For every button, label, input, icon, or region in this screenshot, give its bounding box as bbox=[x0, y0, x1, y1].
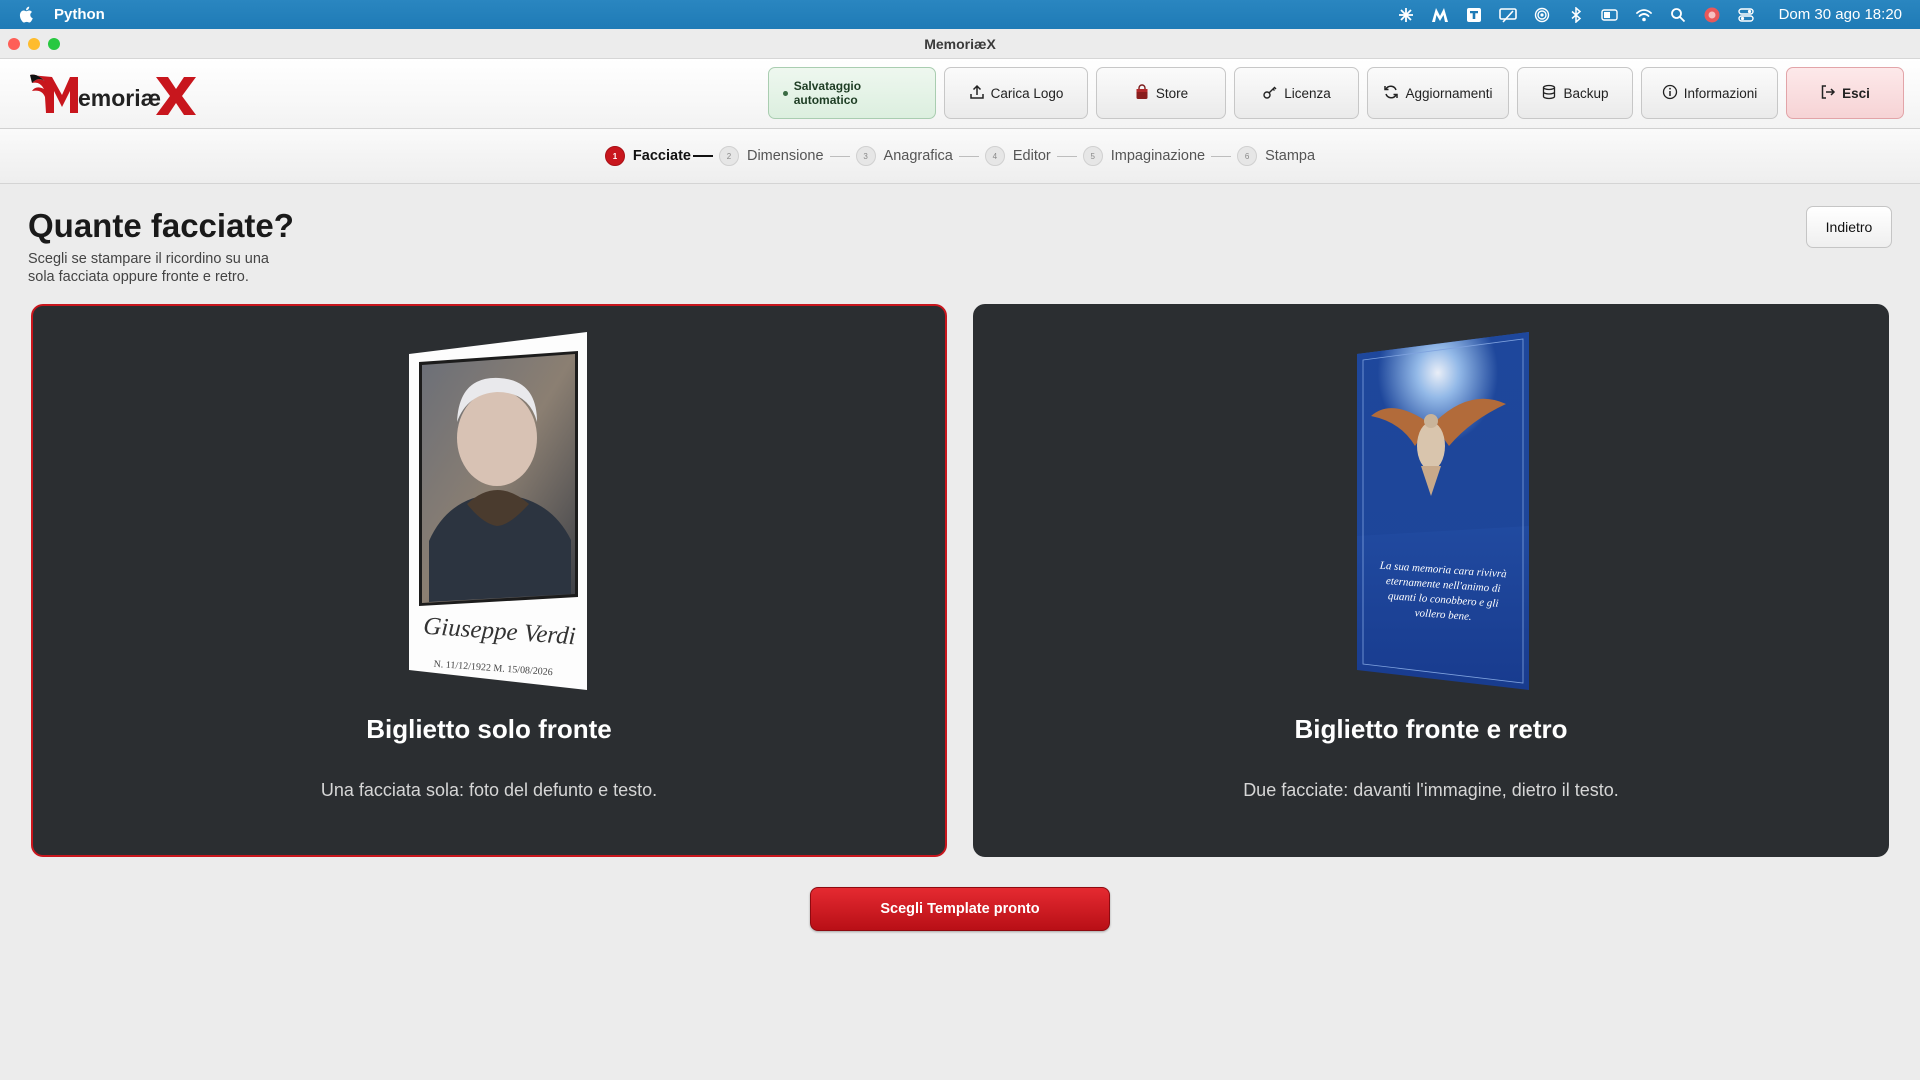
step-stampa[interactable]: 6 Stampa bbox=[1237, 146, 1315, 166]
shopping-bag-icon bbox=[1134, 83, 1150, 103]
t-icon[interactable] bbox=[1465, 6, 1483, 24]
window-title: MemoriæX bbox=[924, 35, 996, 52]
step-impaginazione[interactable]: 5 Impaginazione bbox=[1082, 146, 1206, 166]
key-icon bbox=[1262, 84, 1278, 103]
menubar-app-name[interactable]: Python bbox=[54, 6, 105, 23]
single-side-card-preview: Giuseppe Verdi N. 11/12/1922 M. 15/08/20… bbox=[409, 332, 587, 690]
front-back-card-preview: La sua memoria cara rivivrà eternamente … bbox=[1357, 332, 1529, 690]
autosave-button[interactable]: Salvataggio automatico bbox=[768, 67, 936, 119]
menubar-clock[interactable]: Dom 30 ago 18:20 bbox=[1779, 6, 1902, 23]
option-description: Due facciate: davanti l'immagine, dietro… bbox=[1243, 780, 1619, 800]
store-label: Store bbox=[1155, 85, 1189, 101]
backup-label: Backup bbox=[1563, 85, 1609, 101]
zoom-window-button[interactable] bbox=[48, 38, 60, 50]
info-button[interactable]: Informazioni bbox=[1641, 67, 1778, 119]
step-number: 6 bbox=[1237, 146, 1258, 166]
header-toolbar: Salvataggio automatico Carica Logo Store… bbox=[768, 67, 1904, 119]
option-card-single-side[interactable]: Giuseppe Verdi N. 11/12/1922 M. 15/08/20… bbox=[31, 304, 947, 857]
asterisk-icon[interactable] bbox=[1397, 6, 1415, 24]
step-number: 3 bbox=[855, 146, 876, 166]
step-connector bbox=[1056, 155, 1077, 157]
autosave-label: Salvataggio automatico bbox=[793, 79, 862, 107]
option-description: Una facciata sola: foto del defunto e te… bbox=[320, 780, 658, 800]
license-label: Licenza bbox=[1284, 85, 1331, 101]
step-dimensione[interactable]: 2 Dimensione bbox=[718, 146, 824, 166]
step-number: 5 bbox=[1082, 146, 1103, 166]
step-connector bbox=[958, 155, 979, 157]
step-editor[interactable]: 4 Editor bbox=[984, 146, 1051, 166]
page-subtitle: Scegli se stampare il ricordino su una s… bbox=[28, 251, 269, 285]
step-facciate[interactable]: 1 Facciate bbox=[604, 146, 691, 166]
back-button[interactable]: Indietro bbox=[1806, 206, 1892, 248]
step-label: Dimensione bbox=[746, 148, 824, 164]
m-icon[interactable] bbox=[1431, 6, 1449, 24]
step-label: Facciate bbox=[632, 148, 691, 164]
autosave-status-dot bbox=[783, 90, 788, 96]
step-label: Impaginazione bbox=[1110, 148, 1206, 164]
logout-icon bbox=[1820, 84, 1836, 103]
upload-logo-button[interactable]: Carica Logo bbox=[944, 67, 1088, 119]
step-label: Editor bbox=[1012, 148, 1051, 164]
database-icon bbox=[1541, 84, 1557, 103]
wifi-icon[interactable] bbox=[1635, 6, 1653, 24]
info-icon bbox=[1662, 84, 1678, 103]
svg-text:emoriæ: emoriæ bbox=[78, 85, 161, 111]
app-header: emoriæ Salvataggio automatico Carica Log… bbox=[0, 59, 1920, 129]
avatar-icon[interactable] bbox=[1703, 6, 1721, 24]
step-number: 2 bbox=[718, 146, 739, 166]
upload-icon bbox=[969, 84, 985, 103]
search-icon[interactable] bbox=[1669, 6, 1687, 24]
option-title: Biglietto fronte e retro bbox=[1294, 714, 1568, 744]
step-label: Stampa bbox=[1265, 148, 1316, 164]
refresh-icon bbox=[1383, 84, 1399, 103]
step-anagrafica[interactable]: 3 Anagrafica bbox=[855, 146, 953, 166]
step-connector bbox=[1211, 155, 1232, 157]
step-connector bbox=[692, 155, 713, 157]
menubar-status-area: Dom 30 ago 18:20 bbox=[1397, 0, 1902, 29]
option-card-front-back[interactable]: La sua memoria cara rivivrà eternamente … bbox=[973, 304, 1889, 857]
airdrop-icon[interactable] bbox=[1533, 6, 1551, 24]
step-label: Anagrafica bbox=[883, 148, 953, 164]
step-connector bbox=[829, 155, 850, 157]
bluetooth-icon[interactable] bbox=[1567, 6, 1585, 24]
updates-button[interactable]: Aggiornamenti bbox=[1367, 67, 1509, 119]
battery-icon[interactable] bbox=[1600, 6, 1619, 24]
exit-label: Esci bbox=[1842, 85, 1870, 101]
exit-button[interactable]: Esci bbox=[1786, 67, 1904, 119]
memoriaex-logo: emoriæ bbox=[28, 69, 198, 119]
license-button[interactable]: Licenza bbox=[1234, 67, 1359, 119]
upload-logo-label: Carica Logo bbox=[990, 85, 1064, 101]
page-title: Quante facciate? bbox=[28, 207, 294, 244]
wizard-stepper: 1 Facciate 2 Dimensione 3 Anagrafica 4 E… bbox=[0, 129, 1920, 184]
system-menubar: Python Dom 30 ago 18:20 bbox=[0, 0, 1920, 29]
step-number: 4 bbox=[984, 146, 1005, 166]
option-title: Biglietto solo fronte bbox=[366, 714, 612, 744]
window-controls bbox=[8, 38, 60, 50]
updates-label: Aggiornamenti bbox=[1405, 85, 1493, 101]
choose-template-button[interactable]: Scegli Template pronto bbox=[810, 887, 1110, 931]
control-center-icon[interactable] bbox=[1737, 6, 1755, 24]
store-button[interactable]: Store bbox=[1096, 67, 1226, 119]
step-number: 1 bbox=[604, 146, 625, 166]
screen-icon[interactable] bbox=[1498, 6, 1517, 24]
backup-button[interactable]: Backup bbox=[1517, 67, 1633, 119]
info-label: Informazioni bbox=[1683, 85, 1758, 101]
minimize-window-button[interactable] bbox=[28, 38, 40, 50]
window-titlebar: MemoriæX bbox=[0, 29, 1920, 59]
close-window-button[interactable] bbox=[8, 38, 20, 50]
apple-icon[interactable] bbox=[18, 6, 40, 23]
